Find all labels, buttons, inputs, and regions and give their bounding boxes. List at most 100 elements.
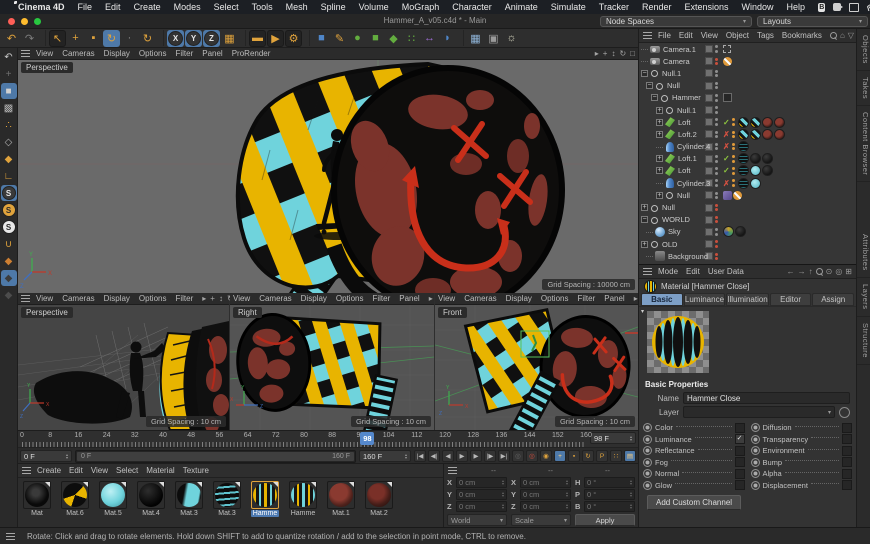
expander-icon[interactable]: −: [641, 70, 648, 77]
front-canvas[interactable]: YXZ: [435, 305, 638, 430]
channel-checkbox[interactable]: [735, 457, 745, 467]
viewport-menu-display[interactable]: Display: [301, 294, 327, 303]
material-thumbnail[interactable]: [327, 481, 355, 509]
menubar-item-cinema-4d[interactable]: Cinema 4D: [18, 2, 65, 12]
viewport-menu-prorender[interactable]: ProRender: [232, 49, 271, 58]
viewport-menu-display[interactable]: Display: [104, 294, 130, 303]
material-thumbnail[interactable]: [365, 481, 393, 509]
expander-icon[interactable]: +: [656, 119, 663, 126]
pan-view-icon[interactable]: +: [210, 294, 215, 303]
side-tab-attributes[interactable]: Attributes: [857, 228, 870, 278]
stepper-icons[interactable]: ▴▾: [66, 453, 68, 459]
menu-view[interactable]: View: [701, 31, 718, 40]
viewport-menu-display[interactable]: Display: [104, 49, 130, 58]
menu-edit[interactable]: Edit: [686, 267, 700, 276]
texture-tag-black[interactable]: [762, 153, 773, 164]
search-icon[interactable]: [816, 268, 823, 275]
model-mode[interactable]: ■: [1, 83, 17, 99]
world-dropdown[interactable]: World▾: [447, 514, 507, 526]
material-item-mat-6[interactable]: Mat.6: [58, 481, 92, 517]
side-tab-layers[interactable]: Layers: [857, 278, 870, 317]
material-item-mat-5[interactable]: Mat.5: [96, 481, 130, 517]
menu-mode[interactable]: Mode: [658, 267, 678, 276]
edit-toggle-icon[interactable]: [705, 82, 713, 90]
visibility-dots[interactable]: [715, 94, 718, 102]
add-floor-button[interactable]: ▦: [467, 30, 484, 47]
coord-field-z-1[interactable]: 0 cm▴▾: [520, 501, 571, 512]
texture-tag-black[interactable]: [750, 153, 761, 164]
channel-radio-icon[interactable]: [643, 469, 652, 478]
menu-view[interactable]: View: [91, 466, 108, 475]
texture-tag-checker[interactable]: [750, 129, 761, 140]
material-thumbnail[interactable]: [137, 481, 165, 509]
channel-radio-icon[interactable]: [643, 481, 652, 490]
menubar-item-file[interactable]: File: [78, 2, 93, 12]
goto-end-button[interactable]: ▶|: [498, 450, 510, 462]
viewport-menu-options[interactable]: Options: [336, 294, 364, 303]
menubar-item-tracker[interactable]: Tracker: [599, 2, 629, 12]
menu-select[interactable]: Select: [116, 466, 138, 475]
material-item-mat-3[interactable]: Mat.3: [210, 481, 244, 517]
viewport-menu-panel[interactable]: Panel: [399, 294, 419, 303]
play-button[interactable]: ▶: [456, 450, 468, 462]
rotate-view-icon[interactable]: ↻: [619, 49, 626, 58]
render-picture-viewer-button[interactable]: ▶: [267, 30, 284, 47]
channel-checkbox[interactable]: [842, 446, 852, 456]
edge-mode[interactable]: ◇: [1, 134, 17, 150]
menubar-item-simulate[interactable]: Simulate: [551, 2, 586, 12]
noentry-tag-icon[interactable]: [723, 57, 732, 66]
x-axis-lock[interactable]: X: [167, 30, 184, 47]
home-icon[interactable]: ⌂: [840, 31, 845, 40]
viewport-menu-panel[interactable]: Panel: [604, 294, 624, 303]
add-generator-button[interactable]: ■: [367, 30, 384, 47]
app-status-icon[interactable]: B: [818, 3, 825, 12]
layer-dropdown[interactable]: ▾: [683, 406, 835, 418]
menubar-item-animate[interactable]: Animate: [505, 2, 538, 12]
menu-icon[interactable]: [22, 467, 31, 474]
polygon-mode[interactable]: ◆: [1, 151, 17, 167]
channel-radio-icon[interactable]: [751, 481, 760, 490]
enable-snap[interactable]: S: [1, 185, 17, 201]
add-camera-button[interactable]: ▣: [485, 30, 502, 47]
menu-object[interactable]: Object: [726, 31, 749, 40]
viewport-menu-cameras[interactable]: Cameras: [62, 294, 94, 303]
visibility-dots[interactable]: [715, 82, 718, 90]
menu-texture[interactable]: Texture: [183, 466, 209, 475]
collapse-icon[interactable]: ▾: [641, 308, 644, 315]
scale-tool[interactable]: ▪: [85, 30, 102, 47]
side-tab-takes[interactable]: Takes: [857, 71, 870, 106]
channel-checkbox[interactable]: [842, 423, 852, 433]
material-preview-area[interactable]: ▾: [639, 306, 856, 377]
texture-tag-maroon[interactable]: [774, 129, 785, 140]
channel-radio-icon[interactable]: [751, 435, 760, 444]
display-status-icon[interactable]: [849, 3, 858, 12]
visibility-dots[interactable]: [715, 204, 718, 212]
rotate-tool[interactable]: ↻: [103, 30, 120, 47]
next-key-button[interactable]: |▶: [484, 450, 496, 462]
add-subdivision-button[interactable]: ●: [349, 30, 366, 47]
add-cloner-button[interactable]: ∷: [403, 30, 420, 47]
texture-tag-stripe[interactable]: [738, 141, 749, 152]
xpresso-tag-icon[interactable]: [723, 191, 732, 200]
dolly-view-icon[interactable]: ↕: [611, 49, 615, 58]
enabled-state-icon[interactable]: ✓: [723, 154, 732, 163]
menu-edit[interactable]: Edit: [69, 466, 83, 475]
expander-icon[interactable]: +: [641, 241, 648, 248]
back-icon[interactable]: ←: [787, 267, 795, 276]
add-light-button[interactable]: ☼: [503, 30, 520, 47]
material-item-mat-1[interactable]: Mat.1: [324, 481, 358, 517]
visibility-dots[interactable]: [715, 70, 718, 78]
edit-toggle-icon[interactable]: [705, 69, 713, 77]
tab-illumination[interactable]: Illumination: [726, 293, 768, 306]
move-tool[interactable]: +: [67, 30, 84, 47]
main-viewport[interactable]: ViewCamerasDisplayOptionsFilterPanelProR…: [18, 48, 638, 293]
channel-checkbox[interactable]: [842, 434, 852, 444]
up-icon[interactable]: ↑: [809, 267, 813, 276]
enabled-state-icon[interactable]: ✗: [723, 179, 732, 188]
expander-icon[interactable]: +: [656, 155, 663, 162]
texture-tag-stripe[interactable]: [738, 178, 749, 189]
stepper-icons[interactable]: ▴▾: [630, 435, 632, 441]
visibility-dots[interactable]: [715, 143, 718, 151]
coord-field-h-2[interactable]: 0 °▴▾: [584, 477, 635, 488]
viewport-menu-view[interactable]: View: [438, 294, 455, 303]
